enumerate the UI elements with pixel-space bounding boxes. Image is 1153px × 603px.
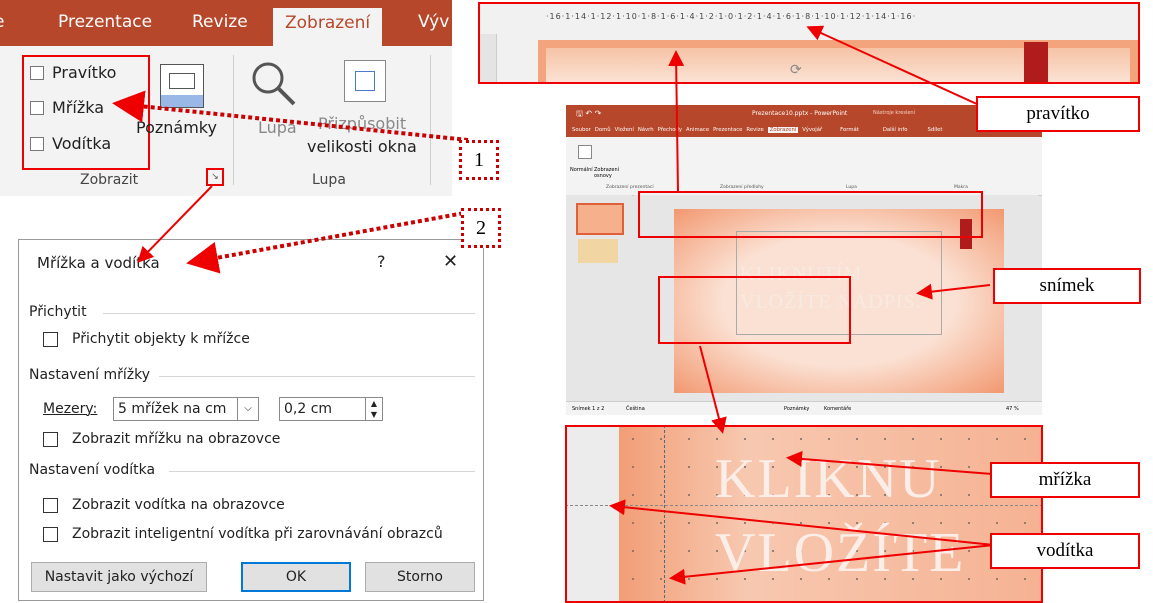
label-ruler: pravítko	[976, 96, 1140, 132]
callout-number-1: 1	[459, 140, 499, 180]
callout-number-2: 2	[461, 208, 501, 248]
arrow-grid-label	[786, 450, 993, 475]
annotation-arrows	[112, 25, 995, 585]
label-slide: snímek	[993, 268, 1141, 304]
arrow-ruler-label	[806, 25, 991, 111]
arrow-slide-label	[916, 283, 991, 300]
arrow-guide-h	[609, 499, 995, 546]
label-guides: vodítka	[990, 533, 1140, 569]
arrow-1	[112, 90, 469, 142]
label-grid: mřížka	[990, 462, 1140, 498]
arrow-ruler-up	[668, 50, 685, 193]
arrow-zoom-down	[699, 345, 727, 434]
arrow-launcher	[137, 185, 213, 263]
arrow-guide-v	[669, 544, 995, 585]
arrow-2	[186, 210, 471, 274]
